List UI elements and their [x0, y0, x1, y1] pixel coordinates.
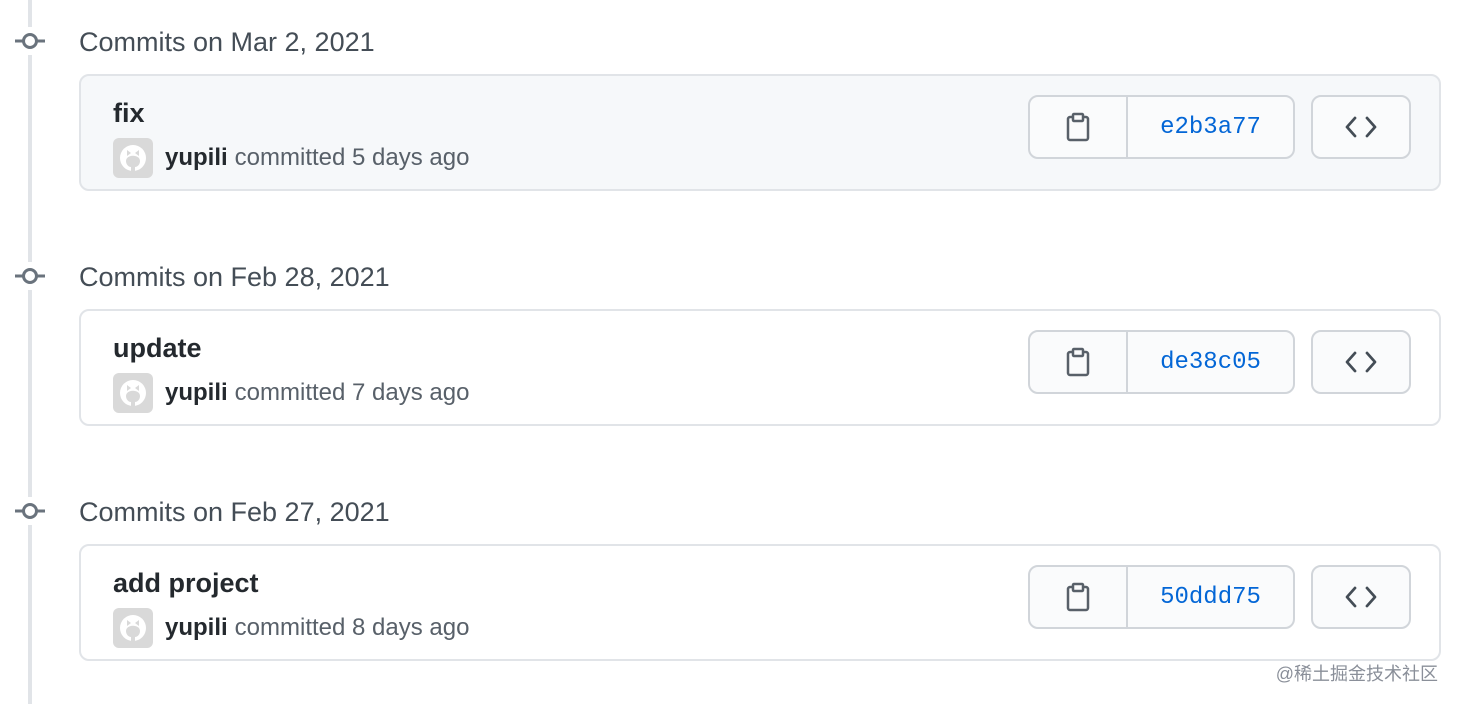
avatar[interactable]: [113, 608, 153, 648]
commit-card: add project yupili committed 8 days ago: [79, 544, 1441, 661]
commit-group: Commits on Mar 2, 2021 fix yupili commit…: [0, 21, 1458, 191]
commit-sha-link[interactable]: de38c05: [1128, 332, 1293, 392]
github-octocat-icon: [120, 615, 146, 641]
github-octocat-icon: [120, 145, 146, 171]
git-commit-icon: [12, 27, 48, 55]
commit-date-label: Commits on Feb 28, 2021: [79, 262, 390, 292]
commit-date-label: Commits on Feb 27, 2021: [79, 497, 390, 527]
commit-date-row: Commits on Feb 28, 2021: [0, 256, 1458, 296]
clipboard-icon: [1066, 582, 1090, 612]
commit-relative-time: committed 7 days ago: [234, 379, 470, 406]
commit-group: Commits on Feb 28, 2021 update yupili co…: [0, 256, 1458, 426]
commit-meta: yupili committed 8 days ago: [113, 608, 469, 648]
commit-relative-time: committed 5 days ago: [234, 144, 470, 171]
commit-sha-button-group: e2b3a77: [1028, 95, 1295, 159]
commit-meta: yupili committed 5 days ago: [113, 138, 469, 178]
commit-date-row: Commits on Feb 27, 2021: [0, 491, 1458, 531]
commit-author-link[interactable]: yupili: [165, 379, 228, 407]
browse-repository-button[interactable]: [1311, 95, 1411, 159]
commit-author-link[interactable]: yupili: [165, 614, 228, 642]
browse-repository-button[interactable]: [1311, 565, 1411, 629]
commit-sha-button-group: de38c05: [1028, 330, 1295, 394]
copy-sha-button[interactable]: [1030, 97, 1128, 157]
commit-title-link[interactable]: update: [113, 333, 202, 364]
commit-title-link[interactable]: fix: [113, 98, 145, 129]
commit-sha-button-group: 50ddd75: [1028, 565, 1295, 629]
commit-author-link[interactable]: yupili: [165, 144, 228, 172]
copy-sha-button[interactable]: [1030, 332, 1128, 392]
code-icon: [1345, 116, 1377, 138]
timeline-line: [28, 0, 32, 704]
browse-repository-button[interactable]: [1311, 330, 1411, 394]
commit-sha-link[interactable]: 50ddd75: [1128, 567, 1293, 627]
code-icon: [1345, 351, 1377, 373]
clipboard-icon: [1066, 347, 1090, 377]
commit-date-row: Commits on Mar 2, 2021: [0, 21, 1458, 61]
git-commit-icon: [12, 262, 48, 290]
avatar[interactable]: [113, 138, 153, 178]
commit-relative-time: committed 8 days ago: [234, 614, 470, 641]
commit-card: update yupili committed 7 days ago de38c…: [79, 309, 1441, 426]
code-icon: [1345, 586, 1377, 608]
commit-meta: yupili committed 7 days ago: [113, 373, 469, 413]
git-commit-icon: [12, 497, 48, 525]
github-octocat-icon: [120, 380, 146, 406]
clipboard-icon: [1066, 112, 1090, 142]
watermark: @稀土掘金技术社区: [1275, 664, 1438, 684]
commit-date-label: Commits on Mar 2, 2021: [79, 27, 375, 57]
commit-title-link[interactable]: add project: [113, 568, 259, 599]
commit-sha-link[interactable]: e2b3a77: [1128, 97, 1293, 157]
commit-card: fix yupili committed 5 days ago e2b3a77: [79, 74, 1441, 191]
avatar[interactable]: [113, 373, 153, 413]
commit-history: Commits on Mar 2, 2021 fix yupili commit…: [0, 0, 1458, 704]
copy-sha-button[interactable]: [1030, 567, 1128, 627]
commit-group: Commits on Feb 27, 2021 add project yupi…: [0, 491, 1458, 661]
